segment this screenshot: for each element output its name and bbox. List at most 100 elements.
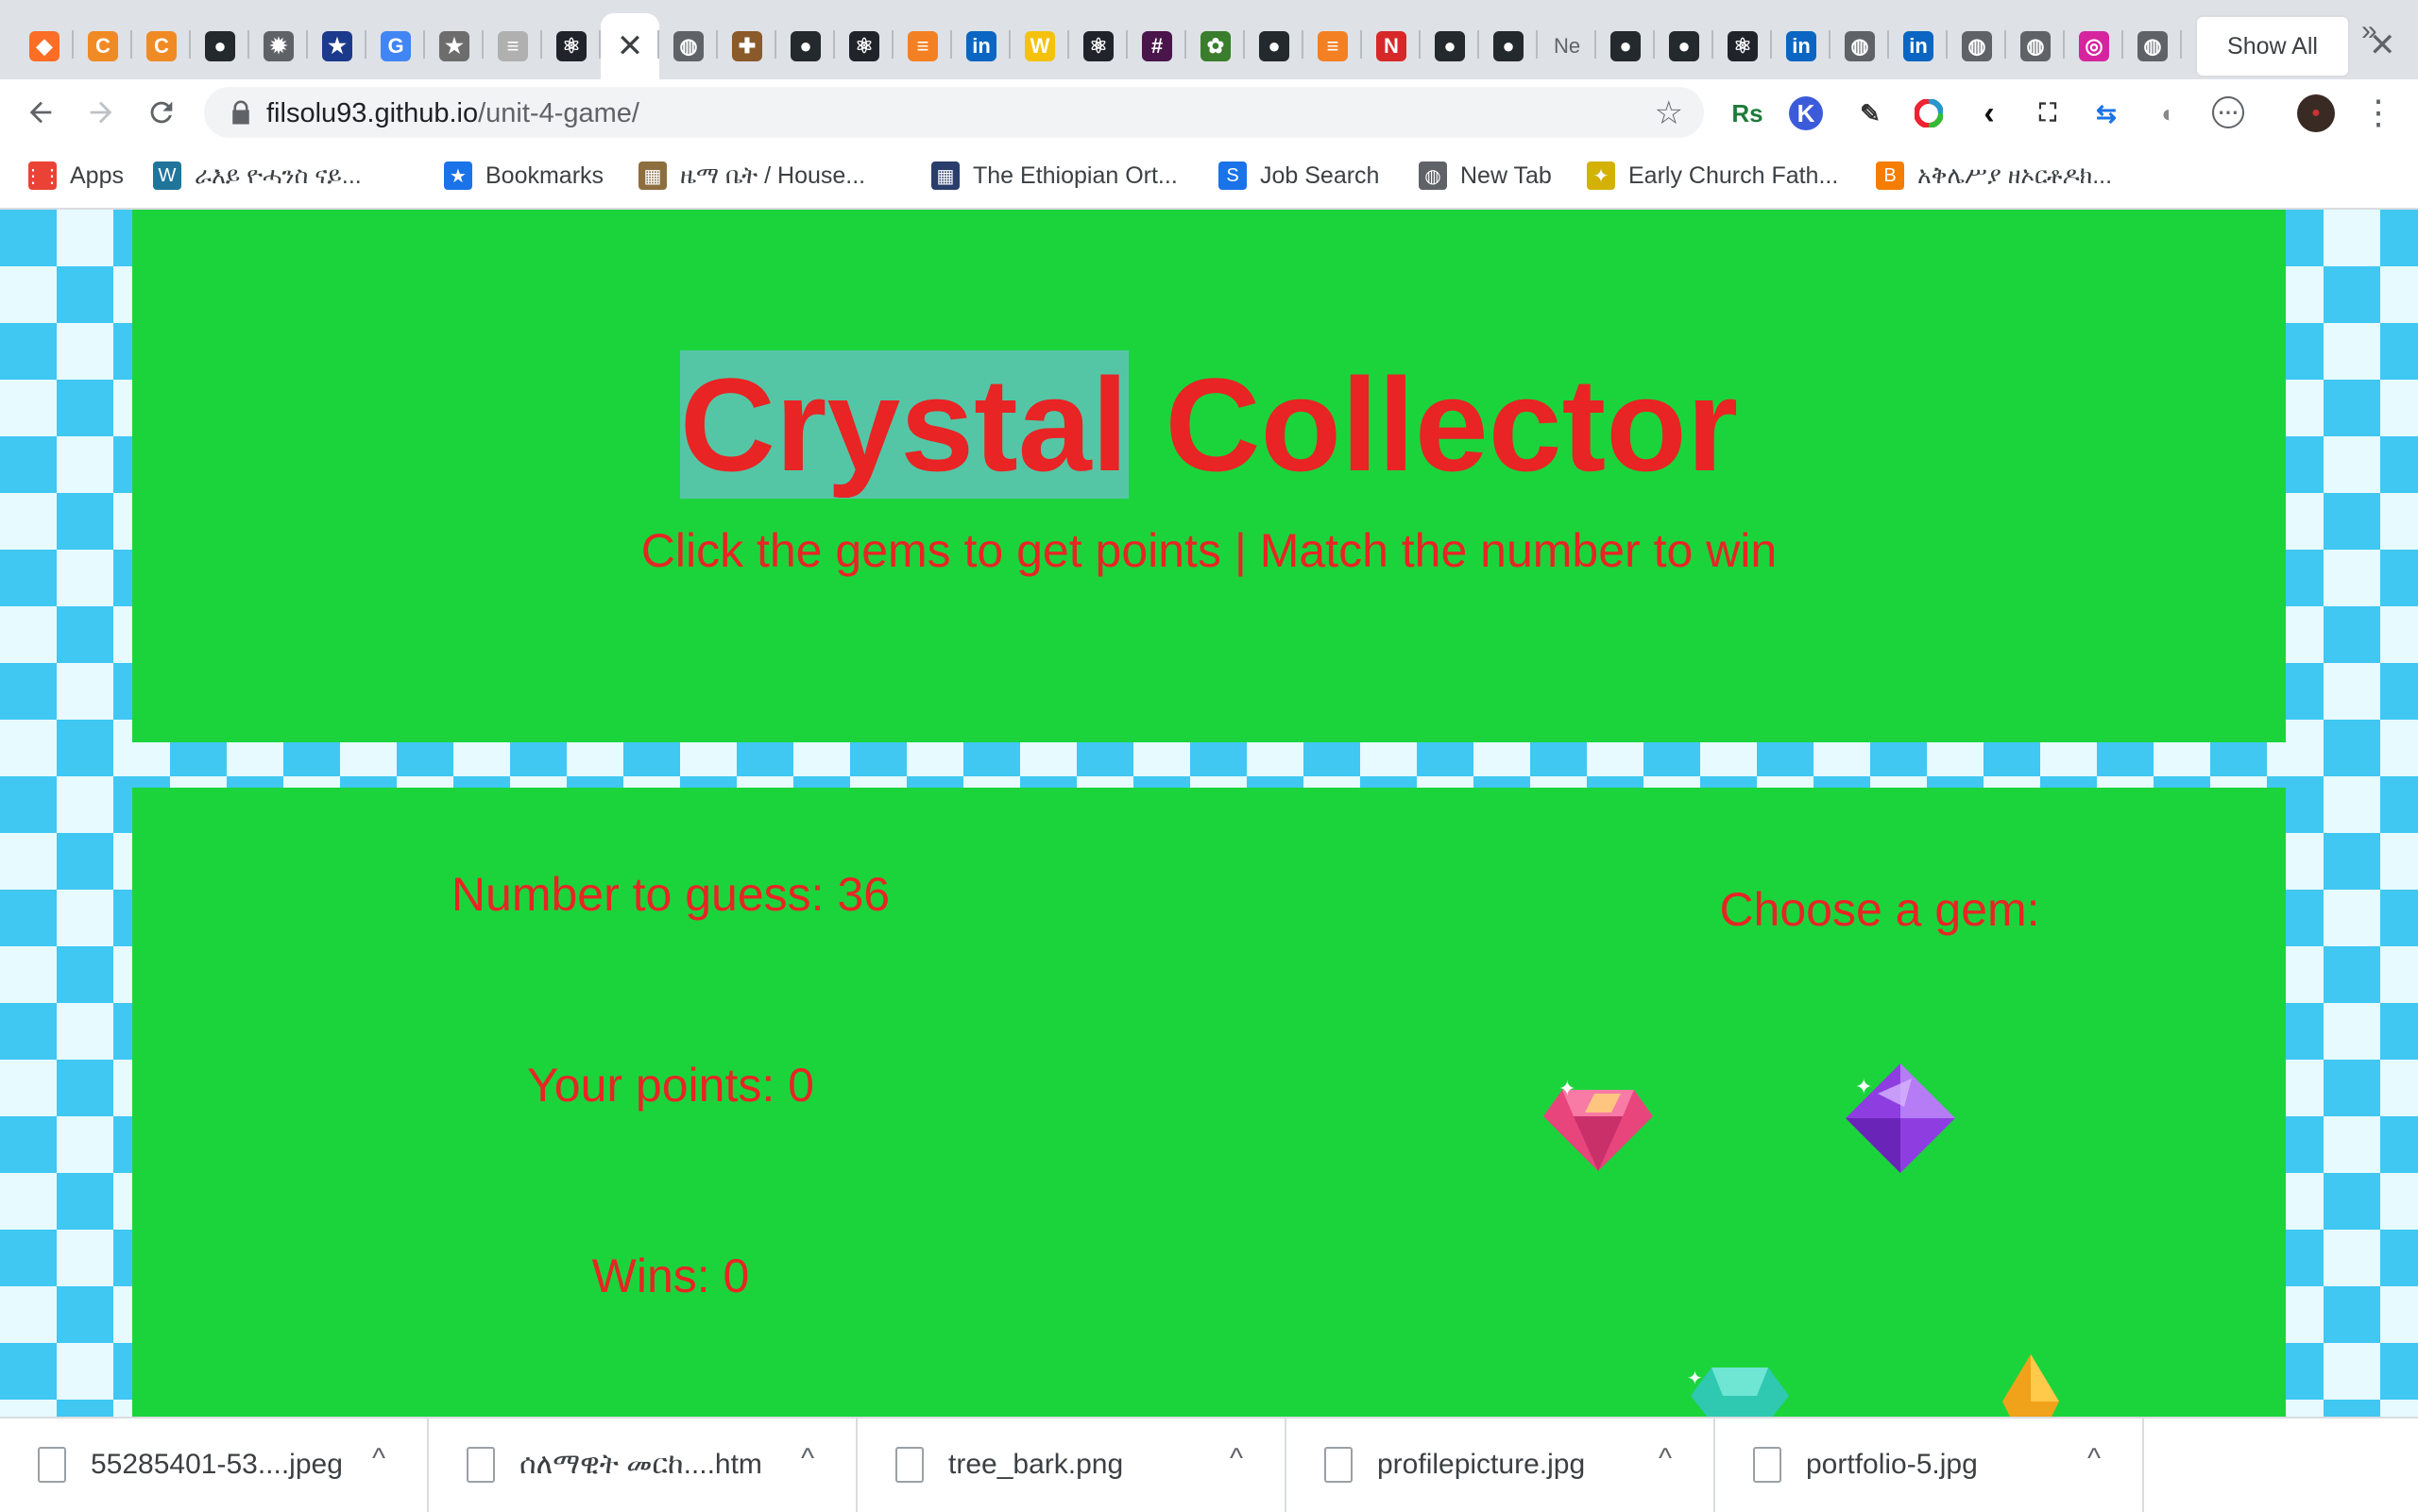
wins: Wins: 0 [293, 1249, 1048, 1303]
browser-tab[interactable]: # [1128, 13, 1186, 79]
forward-button[interactable] [79, 91, 123, 134]
purple-gem-button[interactable]: ✦ [1844, 1062, 1957, 1175]
chevron-up-icon[interactable]: ^ [1659, 1443, 1672, 1475]
gold-gem-button[interactable] [1974, 1349, 2087, 1417]
bookmark-item[interactable]: ✦ Early Church Fath... [1587, 159, 1838, 193]
browser-tab[interactable]: ◎ [2065, 13, 2123, 79]
jpg-file-icon [1753, 1447, 1781, 1483]
browser-tab[interactable]: ◍ [1831, 13, 1889, 79]
browser-tab[interactable]: C [74, 13, 132, 79]
download-item[interactable]: portfolio-5.jpg ^ [1715, 1419, 2144, 1512]
close-icon[interactable]: ✕ [617, 27, 644, 65]
chevron-up-icon[interactable]: ^ [1230, 1443, 1243, 1475]
browser-toolbar: filsolu93.github.io/unit-4-game/ ☆ Rs K … [0, 79, 2418, 145]
pink-gem-button[interactable]: ✦ [1541, 1062, 1655, 1175]
game-header: Crystal Collector Click the gems to get … [132, 210, 2286, 742]
browser-tab[interactable]: ◆ [15, 13, 74, 79]
browser-tab[interactable]: in [1772, 13, 1831, 79]
browser-tab[interactable]: in [1889, 13, 1948, 79]
chevron-up-icon[interactable]: ^ [372, 1443, 385, 1475]
tab-strip: ◆ C C ● ✹ ★ G ★ ≡ ⚛ ✕ ◍ ✚ ● ⚛ ≡ in W ⚛ # ✿ ● ≡ N ● ● Ne ● ● ⚛ in ◍ in ◍ ◍ ◎… [0, 0, 2418, 79]
circle-extension-icon[interactable]: ◐ [2152, 96, 2186, 130]
points-label: Your points: [527, 1059, 775, 1112]
reload-button[interactable] [140, 91, 183, 134]
browser-tab[interactable]: ✿ [1186, 13, 1245, 79]
github-icon: ● [205, 31, 235, 61]
close-downloads-icon[interactable]: ✕ [2369, 26, 2396, 64]
browser-tab[interactable]: ★ [308, 13, 366, 79]
bookmark-label: Bookmarks [485, 161, 604, 189]
bookmark-item[interactable]: W ራእይ ዮሓንስ ናይ... [153, 159, 362, 193]
bookmark-item[interactable]: ◍ New Tab [1419, 159, 1552, 193]
browser-tab[interactable]: ● [1479, 13, 1538, 79]
browser-tab[interactable]: ✚ [718, 13, 776, 79]
rs-extension-icon[interactable]: Rs [1730, 96, 1764, 130]
browser-tab[interactable]: ⚛ [1713, 13, 1772, 79]
browser-tab[interactable]: C [132, 13, 191, 79]
browser-tab[interactable]: Ne [1538, 13, 1596, 79]
download-filename: profilepicture.jpg [1377, 1449, 1586, 1480]
browser-tab[interactable]: ◍ [659, 13, 718, 79]
browser-tab[interactable]: ★ [425, 13, 484, 79]
json-extension-icon[interactable]: ⋯ [2212, 96, 2244, 128]
react-icon: ⚛ [849, 31, 879, 61]
browser-tab[interactable]: W [1011, 13, 1069, 79]
jpeg-file-icon [38, 1447, 66, 1483]
bookmark-item[interactable]: B አቅሌሥያ ዘኦርቶዶክ... [1876, 159, 2112, 193]
color-wheel-extension-icon[interactable] [1912, 96, 1946, 130]
teal-gem-button[interactable]: ✦ [1683, 1354, 1796, 1417]
browser-tab[interactable]: ⚛ [1069, 13, 1128, 79]
address-bar[interactable]: filsolu93.github.io/unit-4-game/ ☆ [204, 87, 1704, 138]
browser-tab[interactable]: ⚛ [542, 13, 601, 79]
bookmark-item[interactable]: ★ Bookmarks [444, 159, 604, 193]
browser-menu-icon[interactable]: ⋮ [2361, 93, 2395, 132]
number-to-guess-label: Number to guess: [451, 868, 825, 921]
globe-icon: ◍ [2020, 31, 2051, 61]
stack-icon: ≡ [498, 31, 528, 61]
bookmark-label: The Ethiopian Ort... [973, 161, 1178, 189]
browser-tab[interactable]: ◍ [2123, 13, 2182, 79]
house-image-icon: ▦ [639, 161, 667, 190]
browser-tab[interactable]: ● [191, 13, 249, 79]
browser-tab[interactable]: ≡ [894, 13, 952, 79]
download-item[interactable]: profilepicture.jpg ^ [1286, 1419, 1715, 1512]
browser-tab[interactable]: ● [1596, 13, 1655, 79]
browser-tab[interactable]: ✹ [249, 13, 308, 79]
bookmark-item[interactable]: S Job Search [1218, 159, 1379, 193]
bookmark-item[interactable]: ⋮⋮ Apps [24, 159, 124, 193]
browser-tab[interactable]: ● [1655, 13, 1713, 79]
bookmark-star-icon[interactable]: ☆ [1655, 94, 1683, 132]
show-all-downloads-button[interactable]: Show All [2195, 15, 2350, 77]
browser-tab[interactable]: in [952, 13, 1011, 79]
download-item[interactable]: ሰለማዊት መርከ....htm ^ [429, 1419, 858, 1512]
chevron-up-icon[interactable]: ^ [801, 1443, 814, 1475]
chevron-left-extension-icon[interactable]: ‹ [1972, 95, 2006, 131]
browser-tab[interactable]: ● [776, 13, 835, 79]
browser-tab[interactable]: ≡ [484, 13, 542, 79]
react-icon: ⚛ [1728, 31, 1758, 61]
browser-tab[interactable]: ≡ [1303, 13, 1362, 79]
apps-grid-icon: ⋮⋮ [24, 161, 61, 190]
browser-tab[interactable]: ✕ [601, 13, 659, 79]
chevron-up-icon[interactable]: ^ [2087, 1443, 2101, 1475]
eyedropper-extension-icon[interactable]: ✎ [1853, 96, 1887, 130]
browser-tab[interactable]: ⚛ [835, 13, 894, 79]
browser-tab[interactable]: G [366, 13, 425, 79]
download-item[interactable]: 55285401-53....jpeg ^ [0, 1419, 429, 1512]
github-icon: ● [1610, 31, 1641, 61]
browser-tab[interactable]: ◍ [2006, 13, 2065, 79]
bookmark-item[interactable]: ▦ The Ethiopian Ort... [931, 159, 1178, 193]
bookmark-item[interactable]: ▦ ዜማ ቤት / House... [639, 159, 865, 193]
w-icon: W [1025, 31, 1055, 61]
browser-tab[interactable]: ● [1245, 13, 1303, 79]
k-extension-icon[interactable]: K [1789, 96, 1823, 130]
back-button[interactable] [19, 91, 62, 134]
browser-tab[interactable]: N [1362, 13, 1421, 79]
browser-tab[interactable]: ◍ [1948, 13, 2006, 79]
browser-tab[interactable]: ● [1421, 13, 1479, 79]
screenshot-extension-icon[interactable]: ⛶ [2031, 96, 2065, 130]
download-item[interactable]: tree_bark.png ^ [858, 1419, 1286, 1512]
stackoverflow-icon: ≡ [1318, 31, 1348, 61]
swap-arrows-extension-icon[interactable]: ⇆ [2089, 96, 2123, 130]
profile-avatar[interactable]: ● [2297, 94, 2335, 132]
